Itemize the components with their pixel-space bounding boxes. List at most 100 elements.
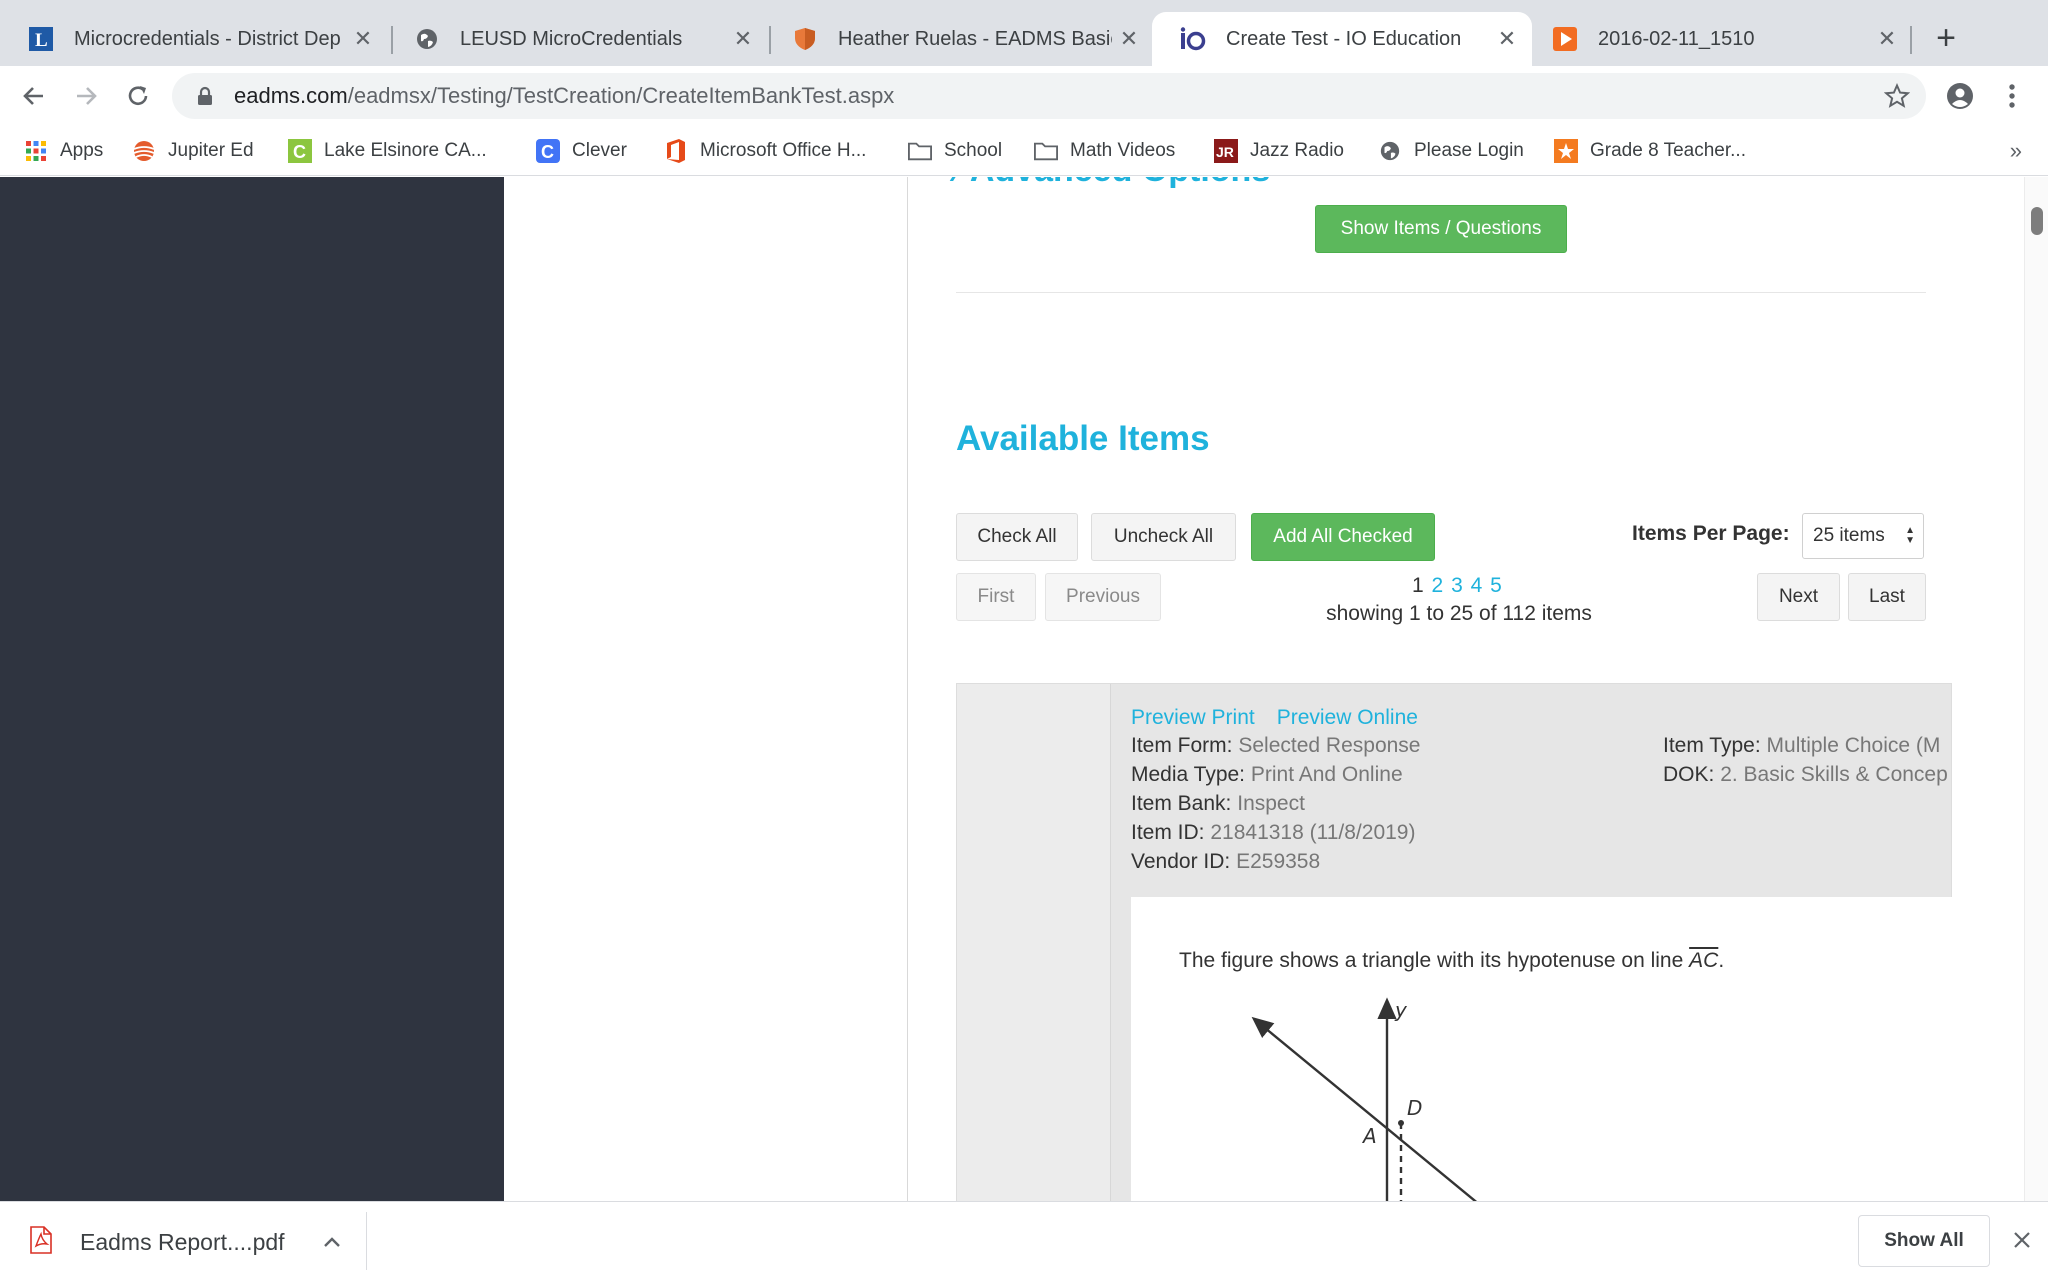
- lock-icon: [194, 86, 216, 106]
- bookmark-school[interactable]: School: [908, 136, 1002, 166]
- bookmarks-bar: Apps Jupiter Ed C Lake Elsinore CA... C …: [0, 126, 2048, 176]
- tab-leusd-microcredentials[interactable]: LEUSD MicroCredentials ✕: [386, 12, 768, 66]
- field-value: 21841318 (11/8/2019): [1210, 821, 1416, 844]
- page-link-4[interactable]: 4: [1471, 574, 1483, 597]
- first-page-button[interactable]: First: [956, 573, 1036, 621]
- jazz-radio-icon: JR: [1214, 139, 1238, 163]
- download-file-name: Eadms Report....pdf: [80, 1228, 285, 1255]
- tab-close-icon[interactable]: ✕: [346, 26, 380, 52]
- reload-button[interactable]: [118, 76, 158, 116]
- tab-close-icon[interactable]: ✕: [1870, 26, 1904, 52]
- advanced-options-heading[interactable]: ⁄ Advanced Options: [956, 177, 1270, 190]
- svg-text:L: L: [35, 30, 48, 51]
- url-domain: eadms.com: [234, 83, 348, 108]
- bookmark-label: Jazz Radio: [1250, 140, 1344, 161]
- bookmarks-overflow-button[interactable]: »: [2010, 138, 2022, 164]
- field-label: DOK:: [1663, 763, 1715, 786]
- tab-heather-ruelas[interactable]: Heather Ruelas - EADMS Basic ✕: [764, 12, 1154, 66]
- bookmark-label: Lake Elsinore CA...: [324, 140, 487, 161]
- bookmark-apps[interactable]: Apps: [24, 136, 103, 166]
- pdf-file-icon: [30, 1225, 52, 1259]
- tab-close-icon[interactable]: ✕: [726, 26, 760, 52]
- tab-strip: L Microcredentials - District Dep ✕ LEUS…: [0, 0, 2048, 66]
- items-per-page-select[interactable]: 25 items ▲ ▼: [1802, 513, 1924, 559]
- bookmark-microsoft-office[interactable]: Microsoft Office H...: [664, 136, 866, 166]
- check-all-button[interactable]: Check All: [956, 513, 1078, 561]
- bookmark-clever[interactable]: C Clever: [536, 136, 627, 166]
- back-button[interactable]: [14, 76, 54, 116]
- bookmark-grade-8-teacher[interactable]: Grade 8 Teacher...: [1554, 136, 1746, 166]
- page-numbers: 1 2 3 4 5: [1412, 574, 1504, 598]
- field-label: Media Type:: [1131, 763, 1246, 786]
- last-page-button[interactable]: Last: [1848, 573, 1926, 621]
- apps-grid-icon: [24, 139, 48, 163]
- field-value: E259358: [1236, 850, 1321, 873]
- bookmark-please-login[interactable]: Please Login: [1378, 136, 1524, 166]
- item-select-column[interactable]: [957, 684, 1111, 1201]
- preview-online-link[interactable]: Preview Online: [1277, 706, 1418, 734]
- add-all-checked-button[interactable]: Add All Checked: [1251, 513, 1435, 561]
- show-items-button[interactable]: Show Items / Questions: [1315, 205, 1567, 253]
- bookmark-label: School: [944, 140, 1003, 161]
- tab-microcredentials[interactable]: L Microcredentials - District Dep ✕: [0, 12, 388, 66]
- item-card: Preview Print Preview Online Item Form: …: [956, 683, 1953, 1201]
- field-value: Multiple Choice (M: [1766, 734, 1941, 757]
- field-value: 2. Basic Skills & Concep: [1720, 763, 1948, 786]
- show-all-downloads-button[interactable]: Show All: [1858, 1215, 1990, 1267]
- previous-page-button[interactable]: Previous: [1045, 573, 1161, 621]
- next-page-button[interactable]: Next: [1757, 573, 1840, 621]
- svg-text:C: C: [293, 142, 306, 162]
- tab-title: Heather Ruelas - EADMS Basic: [838, 27, 1112, 50]
- bookmark-math-videos[interactable]: Math Videos: [1034, 136, 1175, 166]
- bookmark-label: Jupiter Ed: [168, 140, 254, 161]
- field-label: Item ID:: [1131, 821, 1205, 844]
- line-ac: [1251, 1016, 1478, 1201]
- download-item[interactable]: Eadms Report....pdf: [30, 1224, 345, 1260]
- page-link-3[interactable]: 3: [1451, 574, 1463, 597]
- tab-close-icon[interactable]: ✕: [1112, 26, 1146, 52]
- items-per-page-value: 25 items: [1813, 525, 1885, 546]
- tab-title: Create Test - IO Education: [1226, 27, 1462, 50]
- section-divider: [956, 292, 1926, 293]
- folder-icon: [908, 139, 932, 163]
- page-scrollbar[interactable]: [2024, 177, 2048, 1201]
- address-bar[interactable]: eadms.com/eadmsx/Testing/TestCreation/Cr…: [172, 73, 1926, 119]
- jupiter-icon: [132, 139, 156, 163]
- page-link-5[interactable]: 5: [1490, 574, 1502, 597]
- tab-video-2016[interactable]: 2016-02-11_1510 ✕: [1524, 12, 1912, 66]
- bookmark-star-icon[interactable]: [1882, 81, 1912, 111]
- uncheck-all-button[interactable]: Uncheck All: [1091, 513, 1236, 561]
- download-bar: Eadms Report....pdf Show All: [0, 1201, 2048, 1280]
- browser-menu-button[interactable]: [1992, 76, 2032, 116]
- bookmark-lake-elsinore[interactable]: C Lake Elsinore CA...: [288, 136, 487, 166]
- tab-separator: [1910, 26, 1912, 54]
- item-question-preview: The figure shows a triangle with its hyp…: [1131, 897, 1953, 1201]
- field-value: Print And Online: [1250, 763, 1403, 786]
- page-number-current: 1: [1412, 574, 1424, 597]
- tab-create-test[interactable]: Create Test - IO Education ✕: [1152, 12, 1532, 66]
- question-period: .: [1718, 949, 1725, 972]
- left-sidebar: [0, 177, 504, 1201]
- forward-button[interactable]: [66, 76, 106, 116]
- question-text: The figure shows a triangle with its hyp…: [1179, 949, 1724, 973]
- item-type-row: Item Type: Multiple Choice (M: [1663, 734, 1953, 763]
- item-id-row: Item ID: 21841318 (11/8/2019): [1131, 821, 1951, 850]
- globe-icon: [414, 26, 440, 52]
- bookmark-jupiter-ed[interactable]: Jupiter Ed: [132, 136, 254, 166]
- chevron-up-icon[interactable]: [319, 1229, 345, 1255]
- close-download-bar-icon[interactable]: [2006, 1224, 2038, 1256]
- scrollbar-thumb[interactable]: [2031, 207, 2043, 235]
- tab-close-icon[interactable]: ✕: [1490, 26, 1524, 52]
- globe-icon: [1378, 139, 1402, 163]
- play-icon: [1552, 26, 1578, 52]
- field-label: Vendor ID:: [1131, 850, 1231, 873]
- profile-button[interactable]: [1940, 76, 1980, 116]
- bookmark-label: Apps: [60, 140, 104, 161]
- download-separator: [366, 1212, 367, 1270]
- bookmark-jazz-radio[interactable]: JR Jazz Radio: [1214, 136, 1344, 166]
- label-y: y: [1394, 998, 1408, 1022]
- new-tab-button[interactable]: +: [1926, 18, 1966, 58]
- dok-row: DOK: 2. Basic Skills & Concep: [1663, 763, 1953, 792]
- preview-print-link[interactable]: Preview Print: [1131, 706, 1255, 734]
- page-link-2[interactable]: 2: [1432, 574, 1444, 597]
